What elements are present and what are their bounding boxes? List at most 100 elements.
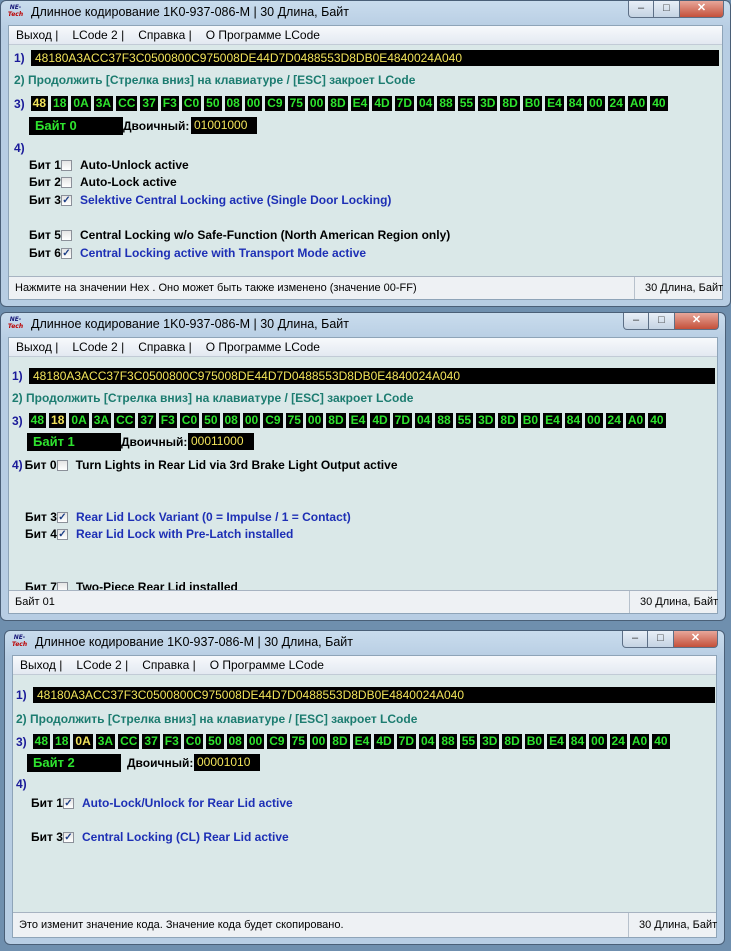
bit-row[interactable]: Бит 5 Central Locking w/o Safe-Function (… (29, 228, 450, 242)
byte-cell[interactable]: 04 (419, 734, 437, 749)
byte-cell[interactable]: 00 (305, 413, 324, 428)
byte-cell[interactable]: 75 (287, 96, 305, 111)
byte-cell[interactable]: C9 (267, 734, 287, 749)
bit-row[interactable]: Бит 4 ✓ Rear Lid Lock with Pre-Latch insta… (25, 527, 293, 541)
byte-cell[interactable]: 00 (585, 413, 603, 428)
byte-cell[interactable]: 04 (417, 96, 435, 111)
byte-cell[interactable]: C0 (179, 413, 200, 428)
byte-cell[interactable]: B0 (520, 413, 541, 428)
byte-cell[interactable]: 00 (587, 96, 605, 111)
bit-row[interactable]: Бит 2 Auto-Lock active (29, 175, 177, 189)
byte-cell[interactable]: E4 (350, 96, 370, 111)
byte-cell[interactable]: 37 (142, 734, 160, 749)
byte-cell[interactable]: 48 (28, 413, 47, 428)
byte-cell[interactable]: E4 (547, 734, 566, 749)
byte-cell[interactable]: 40 (650, 96, 668, 111)
byte-cell[interactable]: 3D (478, 96, 498, 111)
maximize-button[interactable]: □ (648, 631, 674, 648)
byte-cell[interactable]: 4D (372, 96, 392, 111)
byte-cell[interactable]: 8D (500, 96, 520, 111)
bit-checkbox[interactable]: ✓ (57, 528, 68, 540)
bit-checkbox[interactable]: ✓ (63, 831, 74, 843)
bit-row[interactable]: Бит 1 Auto-Unlock active (29, 158, 189, 172)
byte-cell[interactable]: C9 (263, 413, 283, 428)
menu-help[interactable]: Справка | (131, 340, 199, 354)
byte-cell[interactable]: CC (118, 734, 140, 749)
bit-row[interactable]: Бит 3 ✓ Central Locking (CL) Rear Lid acti… (31, 830, 289, 844)
menu-about[interactable]: О Программе LCode (203, 658, 331, 672)
byte-cell[interactable]: 00 (242, 413, 261, 428)
byte-cell[interactable]: 88 (439, 734, 457, 749)
byte-cell[interactable]: 08 (222, 413, 240, 428)
byte-cell[interactable]: 75 (289, 734, 307, 749)
menu-help[interactable]: Справка | (131, 28, 199, 42)
byte-cell[interactable]: 84 (564, 413, 583, 428)
byte-cell[interactable]: F3 (158, 413, 177, 428)
byte-cell[interactable]: 24 (607, 96, 625, 111)
byte-cell[interactable]: 24 (605, 413, 623, 428)
close-button[interactable]: ✕ (675, 313, 719, 330)
menu-about[interactable]: О Программе LCode (199, 28, 327, 42)
byte-cell[interactable]: 7D (396, 734, 416, 749)
byte-cell[interactable]: 0A (73, 734, 93, 749)
byte-cell[interactable]: 88 (437, 96, 455, 111)
binary-value[interactable]: 00001010 (194, 754, 260, 771)
byte-cell[interactable]: 00 (307, 96, 326, 111)
byte-cell[interactable]: 48 (30, 96, 49, 111)
byte-cell[interactable]: 8D (502, 734, 522, 749)
bit-checkbox[interactable]: ✓ (63, 797, 74, 809)
menu-lcode2[interactable]: LCode 2 | (69, 658, 135, 672)
bit-row[interactable]: Бит 6 ✓ Central Locking active with Transp… (29, 246, 366, 260)
byte-cell[interactable]: C0 (181, 96, 202, 111)
byte-cell[interactable]: F3 (160, 96, 179, 111)
minimize-button[interactable]: – (622, 631, 648, 648)
byte-cell[interactable]: 50 (206, 734, 224, 749)
byte-cell[interactable]: 00 (309, 734, 328, 749)
byte-cell[interactable]: 24 (609, 734, 627, 749)
close-button[interactable]: ✕ (674, 631, 718, 648)
binary-value[interactable]: 00011000 (188, 433, 254, 450)
byte-cell[interactable]: 08 (224, 96, 242, 111)
maximize-button[interactable]: □ (649, 313, 675, 330)
byte-cell[interactable]: 55 (455, 413, 474, 428)
minimize-button[interactable]: – (623, 313, 649, 330)
byte-cell[interactable]: 75 (285, 413, 303, 428)
bit-checkbox[interactable] (61, 159, 72, 171)
bit-checkbox[interactable] (61, 229, 72, 241)
byte-cell[interactable]: 3D (480, 734, 500, 749)
byte-cell[interactable]: 18 (51, 96, 69, 111)
byte-cell[interactable]: 18 (53, 734, 71, 749)
byte-cell[interactable]: A0 (625, 413, 646, 428)
byte-cell[interactable]: 3A (93, 96, 114, 111)
menu-help[interactable]: Справка | (135, 658, 203, 672)
byte-cell[interactable]: 3A (95, 734, 116, 749)
byte-cell[interactable]: 08 (226, 734, 244, 749)
byte-cell[interactable]: 0A (71, 96, 91, 111)
byte-cell[interactable]: 00 (246, 734, 265, 749)
byte-cell[interactable]: B0 (524, 734, 545, 749)
byte-cell[interactable]: 00 (589, 734, 607, 749)
byte-cell[interactable]: 88 (435, 413, 453, 428)
byte-cell[interactable]: F3 (162, 734, 181, 749)
menu-about[interactable]: О Программе LCode (199, 340, 327, 354)
bit-checkbox[interactable] (61, 176, 72, 188)
byte-cell[interactable]: 8D (326, 413, 346, 428)
title-bar[interactable]: NE- Tech Длинное кодирование 1K0-937-086-… (1, 1, 730, 25)
byte-cell[interactable]: E4 (545, 96, 564, 111)
byte-cell[interactable]: 55 (457, 96, 476, 111)
menu-lcode2[interactable]: LCode 2 | (65, 340, 131, 354)
menu-exit[interactable]: Выход | (13, 658, 69, 672)
byte-cell[interactable]: E4 (352, 734, 372, 749)
byte-cell[interactable]: E4 (543, 413, 562, 428)
close-button[interactable]: ✕ (680, 1, 724, 18)
byte-cell[interactable]: 55 (459, 734, 478, 749)
byte-cell[interactable]: 7D (394, 96, 414, 111)
menu-lcode2[interactable]: LCode 2 | (65, 28, 131, 42)
byte-cell[interactable]: 7D (392, 413, 412, 428)
coding-value[interactable]: 48180A3ACC37F3C0500800C975008DE44D7D0488… (33, 687, 715, 703)
byte-cell[interactable]: CC (116, 96, 138, 111)
byte-cell[interactable]: C9 (265, 96, 285, 111)
coding-value[interactable]: 48180A3ACC37F3C0500800C975008DE44D7D0488… (31, 50, 719, 66)
title-bar[interactable]: NE- Tech Длинное кодирование 1K0-937-086-… (5, 631, 724, 655)
byte-cell[interactable]: 0A (69, 413, 89, 428)
